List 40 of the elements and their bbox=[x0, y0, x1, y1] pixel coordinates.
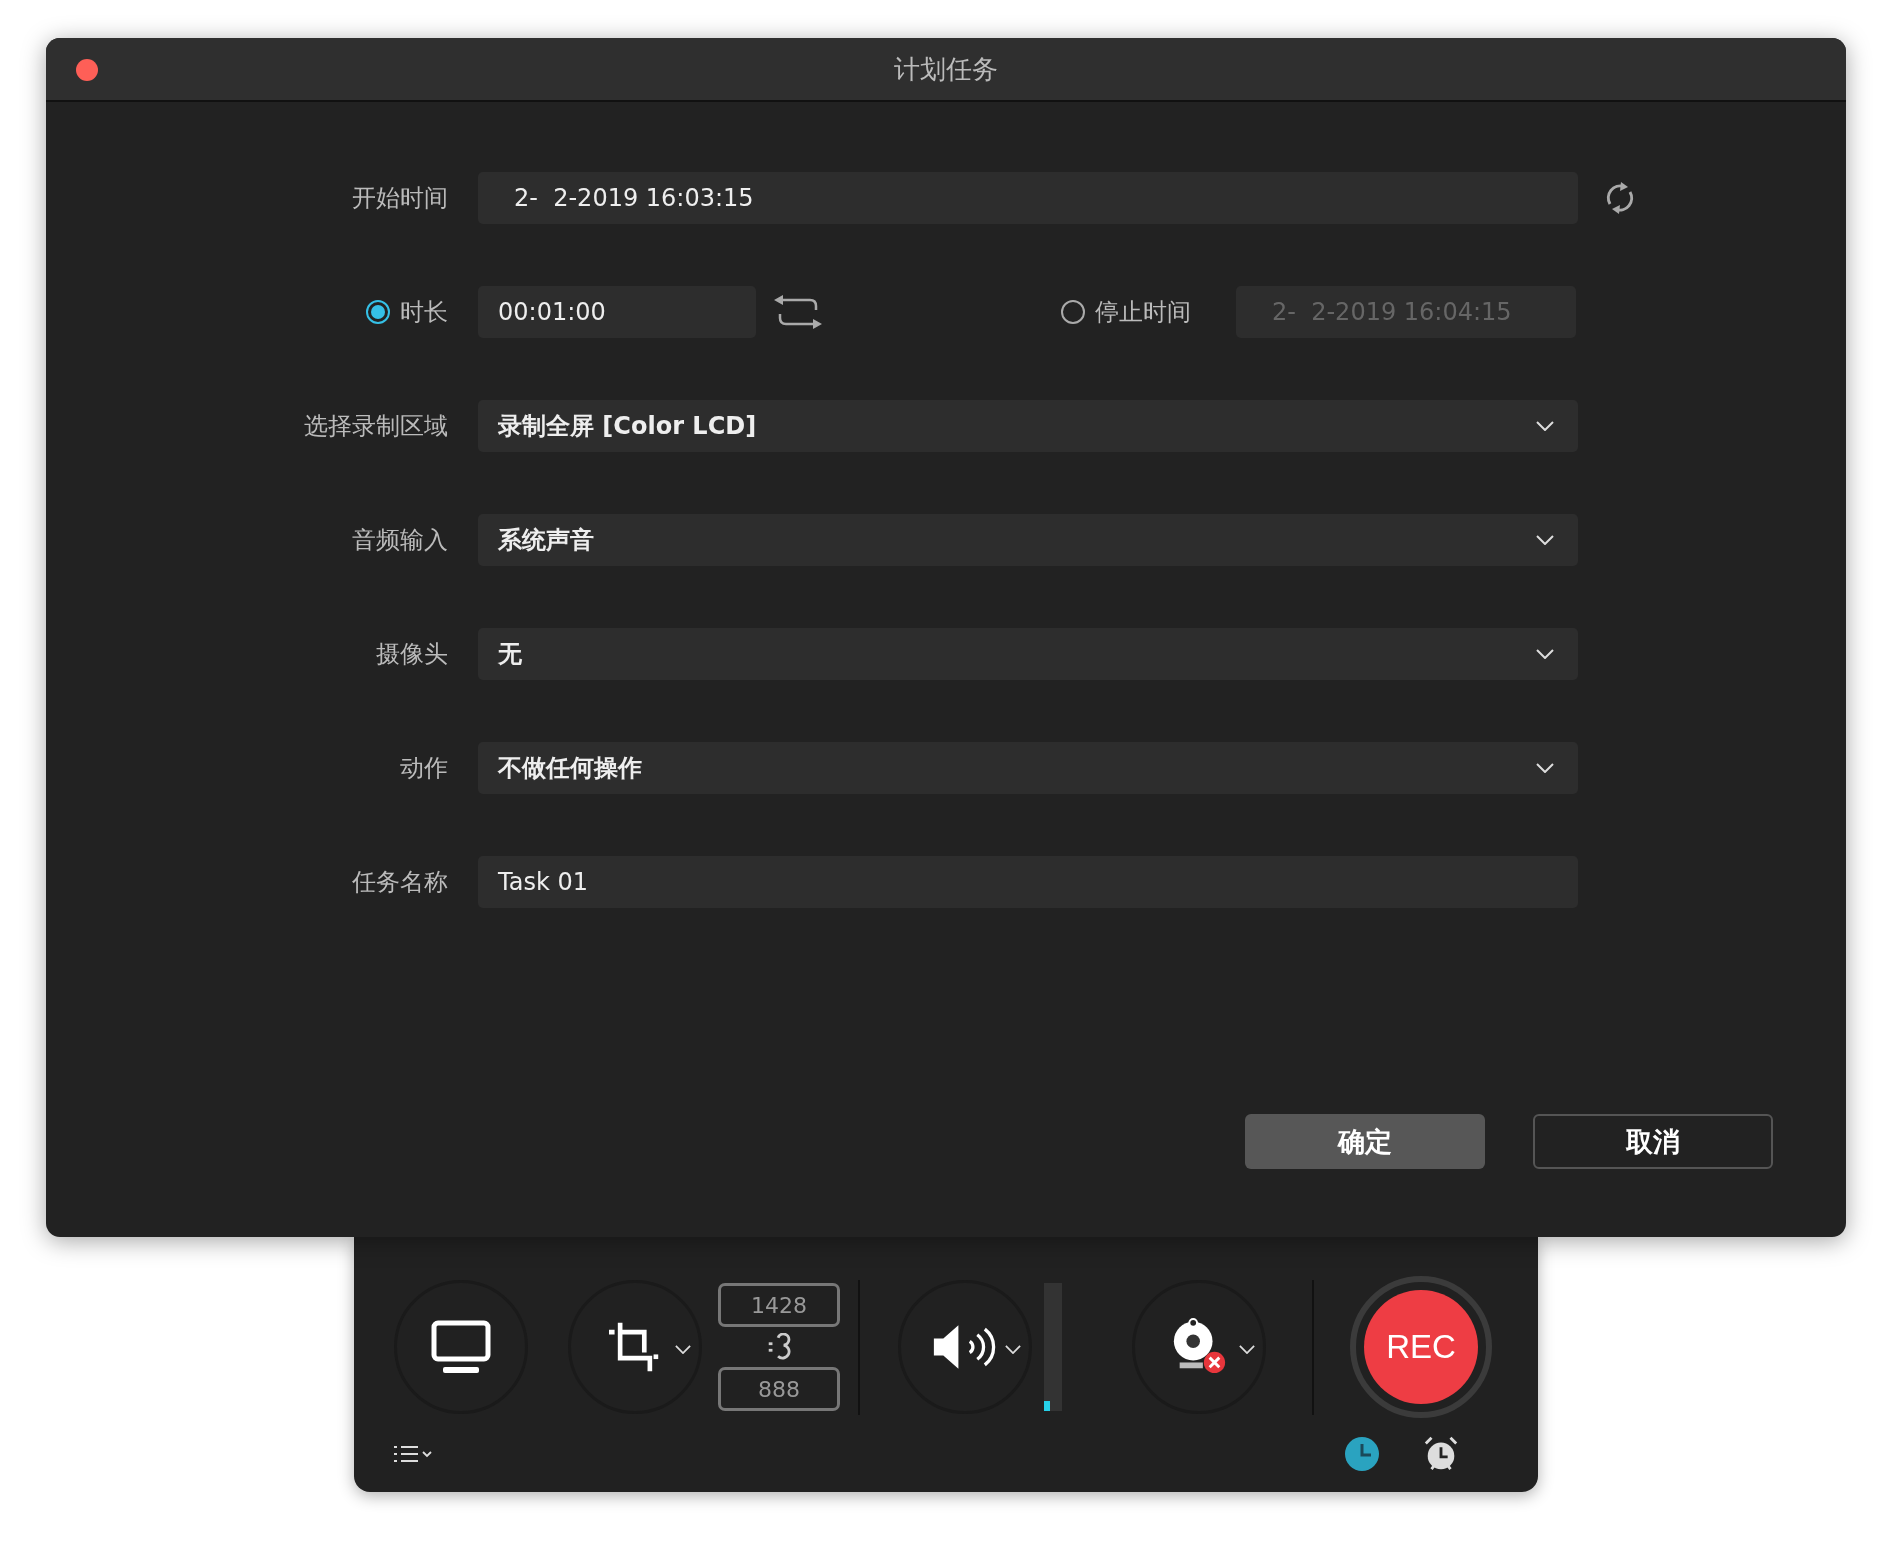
task-name-field[interactable]: Task 01 bbox=[478, 856, 1578, 908]
field-label: 开始时间 bbox=[352, 183, 448, 214]
alarm-clock-icon[interactable] bbox=[1422, 1435, 1460, 1473]
dropdown[interactable]: 系统声音 bbox=[478, 514, 1578, 566]
duration-field[interactable]: 00:01:00 bbox=[478, 286, 756, 338]
chevron-down-icon bbox=[1536, 535, 1554, 545]
radio-label: 时长 bbox=[400, 297, 448, 328]
confirm-button[interactable]: 确定 bbox=[1245, 1114, 1485, 1169]
field-label: 任务名称 bbox=[352, 867, 448, 898]
dropdown[interactable]: 无 bbox=[478, 628, 1578, 680]
audio-button[interactable] bbox=[898, 1280, 1032, 1414]
chevron-down-icon bbox=[1005, 1345, 1021, 1354]
window-title: 计划任务 bbox=[894, 52, 998, 86]
clock-icon[interactable] bbox=[1344, 1436, 1380, 1472]
chevron-down-icon bbox=[1239, 1345, 1255, 1354]
record-button[interactable]: REC bbox=[1364, 1290, 1478, 1404]
field-label: 动作 bbox=[400, 753, 448, 784]
radio-button[interactable] bbox=[1061, 300, 1085, 324]
width-field[interactable]: 1428 bbox=[718, 1283, 840, 1327]
chevron-down-icon bbox=[1536, 763, 1554, 773]
dropdown[interactable]: 录制全屏 [Color LCD] bbox=[478, 400, 1578, 452]
chevron-down-icon bbox=[1536, 421, 1554, 431]
height-field[interactable]: 888 bbox=[718, 1367, 840, 1411]
chevron-down-icon bbox=[675, 1345, 691, 1354]
start-time-field[interactable]: 2- 2-2019 16:03:15 bbox=[478, 172, 1578, 224]
monitor-icon bbox=[431, 1320, 491, 1374]
field-label: 摄像头 bbox=[376, 639, 448, 670]
radio-label: 停止时间 bbox=[1095, 297, 1191, 328]
swap-arrows-icon[interactable] bbox=[772, 294, 824, 330]
radio-button[interactable] bbox=[366, 300, 390, 324]
field-label: 音频输入 bbox=[352, 525, 448, 556]
chevron-down-icon bbox=[1536, 649, 1554, 659]
close-button[interactable] bbox=[76, 59, 98, 81]
speaker-icon bbox=[932, 1323, 998, 1371]
screen-button[interactable] bbox=[394, 1280, 528, 1414]
field-label: 选择录制区域 bbox=[304, 411, 448, 442]
webcam-button[interactable] bbox=[1132, 1280, 1266, 1414]
cancel-button[interactable]: 取消 bbox=[1533, 1114, 1773, 1169]
crop-button[interactable] bbox=[568, 1280, 702, 1414]
dropdown[interactable]: 不做任何操作 bbox=[478, 742, 1578, 794]
